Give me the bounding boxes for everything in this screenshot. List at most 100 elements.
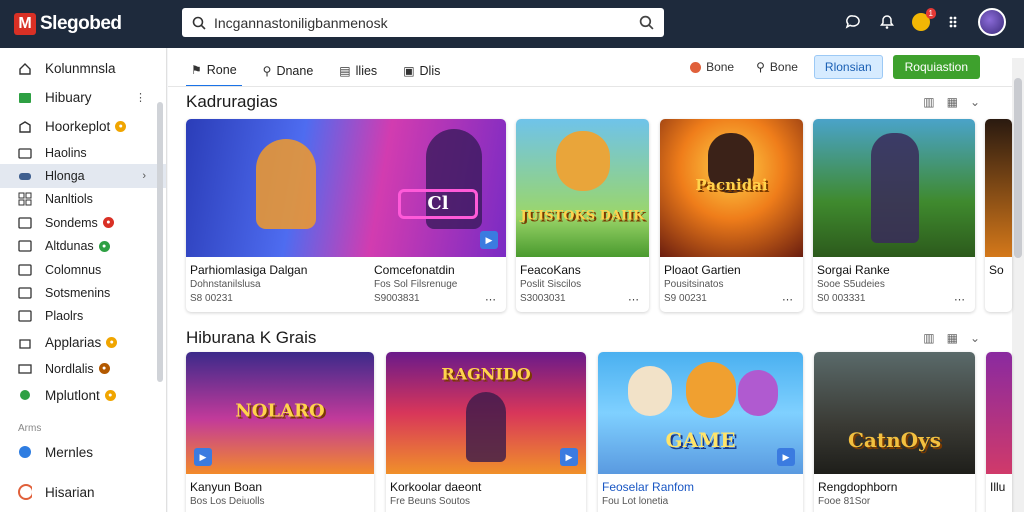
app-logo[interactable]: M Slegobed: [14, 13, 174, 35]
grid-icon[interactable]: [944, 11, 966, 33]
view-list-icon[interactable]: ▥: [923, 95, 934, 109]
card-meta-text: S0 003331: [817, 293, 866, 304]
sidebar-item-label: Hlonga: [45, 169, 85, 184]
players-icon: [18, 309, 32, 323]
sidebar-item-members[interactable]: Mernles: [0, 438, 166, 467]
folder-icon: [18, 146, 32, 160]
sidebar-item-album[interactable]: Altdunas ●: [0, 235, 166, 258]
tab-dnane[interactable]: ⚲ Dnane: [258, 55, 319, 87]
sound-icon: [18, 216, 32, 230]
section-title-2: Hiburana K Grais: [186, 328, 317, 347]
game-card[interactable]: So: [985, 119, 1012, 312]
game-card[interactable]: Sorgai Ranke Sooe S5udeies S0 003331 ⋯: [813, 119, 975, 312]
bone-link-1[interactable]: Bone: [684, 55, 740, 79]
sidebar-item-sound[interactable]: Sondems ●: [0, 211, 166, 234]
scroll-thumb[interactable]: [1014, 78, 1022, 258]
sidebar-item-settings[interactable]: Sotsmenins: [0, 281, 166, 304]
card-subtitle: Fre Beuns Soutos: [390, 496, 471, 507]
sidebar-item-folder[interactable]: Haolins: [0, 141, 166, 164]
sidebar-item-label: Hoorkeplot: [45, 119, 111, 134]
play-icon[interactable]: ▶: [194, 448, 212, 466]
more-icon[interactable]: ⋯: [954, 293, 965, 306]
main-content: ⚑ Rone ⚲ Dnane ▤ llies ▣ Dlis Bone ⚲ Bon…: [168, 48, 1024, 512]
briefcase-icon: ▣: [403, 64, 415, 78]
search-bar[interactable]: [182, 8, 664, 37]
roquiastion-button[interactable]: Roquiastion: [892, 55, 980, 79]
sidebar-item-library[interactable]: Hibuary ⋮: [0, 83, 166, 112]
card-title: Rengdophborn: [818, 480, 898, 494]
chevron-down-icon[interactable]: ⌄: [970, 95, 980, 109]
history-icon: [18, 484, 32, 501]
game-card[interactable]: NOLARO ▶ Kanyun Boan Bos Los Deiuolls: [186, 352, 374, 512]
card-meta-text: S3003031: [520, 293, 566, 304]
gamepad-icon: [18, 169, 32, 183]
brown-badge-icon: ●: [98, 363, 110, 375]
chevron-down-icon[interactable]: ⌄: [970, 331, 980, 345]
card-meta-text: S8 00231: [190, 293, 233, 304]
tab-llies[interactable]: ▤ llies: [334, 55, 382, 87]
card-title: Feoselar Ranfom: [602, 480, 695, 494]
chat-icon[interactable]: [842, 11, 864, 33]
card-subtitle: Sooe S5udeies: [817, 279, 885, 290]
game-card[interactable]: CatnOys Rengdophborn Fooe 81Sor: [814, 352, 975, 512]
sidebar-item-label: Sondems: [45, 215, 98, 230]
section-title-1: Kadruragias: [186, 92, 278, 111]
sidebar-item-grid[interactable]: Nanltiols: [0, 188, 166, 211]
play-icon[interactable]: ▶: [480, 231, 498, 249]
sidebar-scrollbar[interactable]: [157, 102, 163, 382]
play-icon[interactable]: ▶: [560, 448, 578, 466]
card-title: FeacoKans: [520, 263, 581, 277]
sidebar-item-store[interactable]: Hoorkeplot ●: [0, 112, 166, 141]
sidebar-item-players[interactable]: Plaolrs: [0, 305, 166, 328]
gold-badge-icon: ●: [104, 389, 116, 401]
game-thumbnail: Pacnidai: [660, 119, 803, 257]
game-card[interactable]: GAME ▶ Feoselar Ranfom Fou Lot lonetia: [598, 352, 803, 512]
sidebar-item-plugin[interactable]: Mplutlont ●: [0, 381, 166, 410]
top-bar: M Slegobed 1: [0, 0, 1024, 48]
card-title: Sorgai Ranke: [817, 263, 890, 277]
game-card[interactable]: RAGNIDO ▶ Korkoolar daeont Fre Beuns Sou…: [386, 352, 586, 512]
user-icon: ⚲: [262, 64, 272, 78]
play-icon[interactable]: ▶: [777, 448, 795, 466]
more-vert-icon[interactable]: ⋮: [135, 91, 146, 104]
view-list-icon[interactable]: ▥: [923, 331, 934, 345]
sidebar-item-mail[interactable]: Nordlalis ●: [0, 357, 166, 380]
bone-link-2[interactable]: ⚲ Bone: [750, 55, 804, 79]
green-badge-icon: ●: [98, 240, 110, 252]
game-card[interactable]: Cl ▶ Parhiomlasiga Dalgan Dohnstanilslus…: [186, 119, 506, 312]
sidebar-item-games[interactable]: Hlonga ›: [0, 164, 166, 188]
grid-icon: [18, 192, 32, 206]
more-icon[interactable]: ⋯: [782, 293, 793, 306]
sidebar-item-label: Nordlalis: [45, 361, 94, 376]
sidebar-item-label: Mernles: [45, 444, 94, 460]
bell-icon[interactable]: [876, 11, 898, 33]
sidebar-item-apps[interactable]: Applarias ●: [0, 328, 166, 357]
game-thumbnail: JUISTOKS DAIIK: [516, 119, 649, 257]
gold-badge-icon: ●: [115, 121, 127, 132]
game-thumbnail: [985, 119, 1012, 257]
coin-icon[interactable]: 1: [910, 8, 936, 33]
more-icon[interactable]: ⋯: [485, 293, 496, 306]
view-grid-icon[interactable]: ▦: [947, 331, 958, 345]
more-icon[interactable]: ⋯: [628, 293, 639, 306]
tab-dlis[interactable]: ▣ Dlis: [398, 55, 445, 87]
search-submit-icon[interactable]: [639, 15, 654, 30]
game-card[interactable]: Illu: [986, 352, 1012, 512]
game-card[interactable]: JUISTOKS DAIIK FeacoKans Poslit Siscilos…: [516, 119, 649, 312]
game-thumbnail: NOLARO ▶: [186, 352, 374, 474]
rlonsian-button[interactable]: Rlonsian: [813, 55, 883, 79]
sidebar-item-history[interactable]: Hisarian: [0, 478, 166, 507]
search-input[interactable]: [214, 14, 639, 31]
game-card[interactable]: Pacnidai Ploaot Gartien Pousitsinatos S9…: [660, 119, 803, 312]
main-scrollbar[interactable]: [1012, 58, 1024, 512]
sidebar-item-home[interactable]: Kolunmnsla: [0, 54, 166, 83]
sidebar-item-columns[interactable]: Colomnus: [0, 258, 166, 281]
tab-rone[interactable]: ⚑ Rone: [186, 55, 242, 87]
card-title: Illu: [990, 480, 1006, 494]
game-thumbnail: [986, 352, 1012, 474]
avatar[interactable]: [978, 8, 1006, 36]
card-subtitle: Poslit Siscilos: [520, 279, 582, 290]
sidebar-item-label: Plaolrs: [45, 309, 84, 324]
view-grid-icon[interactable]: ▦: [947, 95, 958, 109]
game-art-text: NOLARO: [235, 400, 325, 422]
